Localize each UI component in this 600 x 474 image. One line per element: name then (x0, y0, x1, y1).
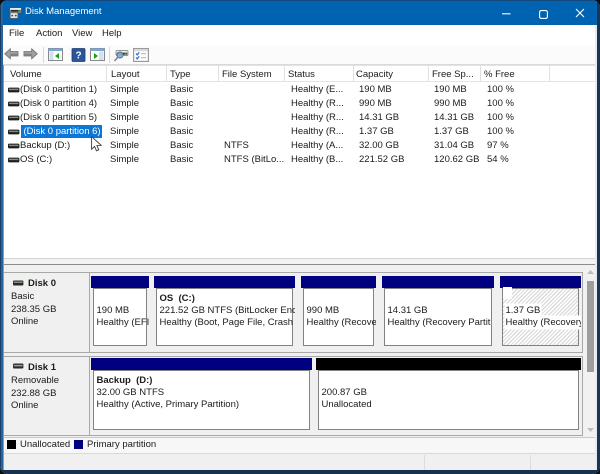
svg-text:?: ? (75, 51, 81, 62)
